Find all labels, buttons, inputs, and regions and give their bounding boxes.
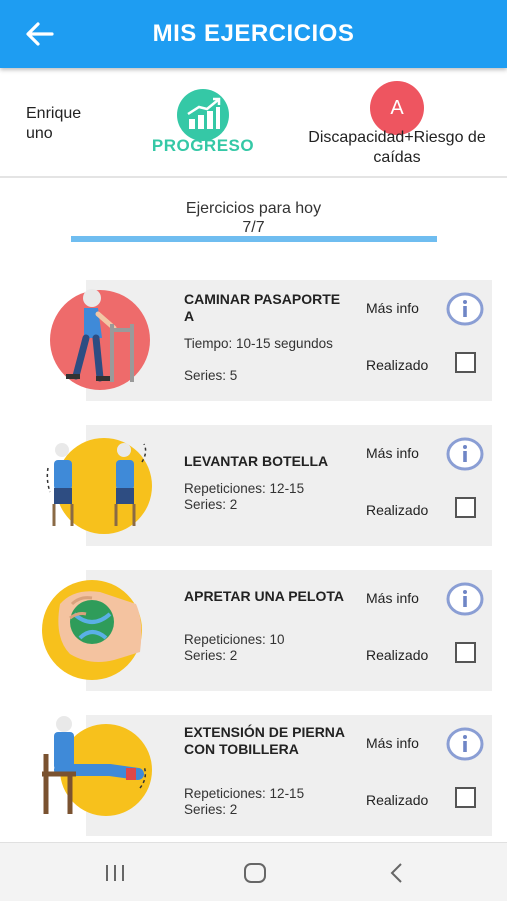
exercise-detail: Repeticiones: 12-15 — [184, 481, 305, 496]
recent-apps-icon[interactable] — [100, 858, 130, 888]
exercise-name: EXTENSIÓN DE PIERNA CON TOBILLERA — [184, 724, 345, 757]
today-summary: Ejercicios para hoy 7/7 — [0, 199, 507, 237]
more-info-label[interactable]: Más info — [366, 300, 419, 316]
exercise-name: CAMINAR PASAPORTE A — [184, 291, 341, 324]
page-title: MIS EJERCICIOS — [152, 20, 355, 47]
exercise-detail: Tiempo: 10-15 segundos — [184, 336, 333, 351]
info-icon[interactable] — [446, 292, 484, 326]
exercise-name: APRETAR UNA PELOTA — [184, 588, 344, 604]
home-icon[interactable] — [240, 858, 270, 888]
exercise-series: Series: 2 — [184, 497, 238, 512]
info-icon[interactable] — [446, 437, 484, 471]
done-label: Realizado — [366, 647, 429, 663]
arm-raise-seated-icon — [46, 438, 152, 534]
progress-button-circle[interactable] — [177, 89, 229, 141]
done-checkbox[interactable] — [455, 642, 476, 663]
more-info-label[interactable]: Más info — [366, 590, 419, 606]
user-name: Enrique uno — [26, 105, 82, 142]
done-label: Realizado — [366, 357, 429, 373]
header-divider — [0, 176, 507, 178]
more-info-label[interactable]: Más info — [366, 735, 419, 751]
exercise-name: LEVANTAR BOTELLA — [184, 453, 329, 469]
done-label: Realizado — [366, 792, 429, 808]
category-label: Discapacidad+Riesgo de caídas — [308, 129, 486, 166]
done-checkbox[interactable] — [455, 787, 476, 808]
done-label: Realizado — [366, 502, 429, 518]
back-chevron-icon[interactable] — [382, 858, 412, 888]
exercise-series: Series: 2 — [184, 648, 238, 663]
leg-extension-seated-icon — [42, 716, 152, 816]
exercise-series: Series: 5 — [184, 368, 238, 383]
today-label: Ejercicios para hoy — [185, 200, 322, 217]
progress-label[interactable]: PROGRESO — [140, 136, 266, 156]
today-progress-fill — [71, 236, 437, 242]
today-count: 7/7 — [242, 219, 265, 236]
app-bar: MIS EJERCICIOS — [0, 0, 507, 68]
system-nav-bar — [0, 842, 507, 901]
hand-squeeze-ball-icon — [42, 580, 142, 680]
more-info-label[interactable]: Más info — [366, 445, 419, 461]
done-checkbox[interactable] — [455, 352, 476, 373]
done-checkbox[interactable] — [455, 497, 476, 518]
walker-elderly-icon — [50, 289, 150, 390]
info-icon[interactable] — [446, 727, 484, 761]
category-badge: A — [370, 81, 424, 135]
today-progress-bar — [71, 236, 437, 242]
exercise-detail: Repeticiones: 12-15 — [184, 786, 305, 801]
info-icon[interactable] — [446, 582, 484, 616]
exercise-series: Series: 2 — [184, 802, 238, 817]
bar-chart-growth-icon — [187, 97, 221, 129]
exercise-detail: Repeticiones: 10 — [184, 632, 285, 647]
